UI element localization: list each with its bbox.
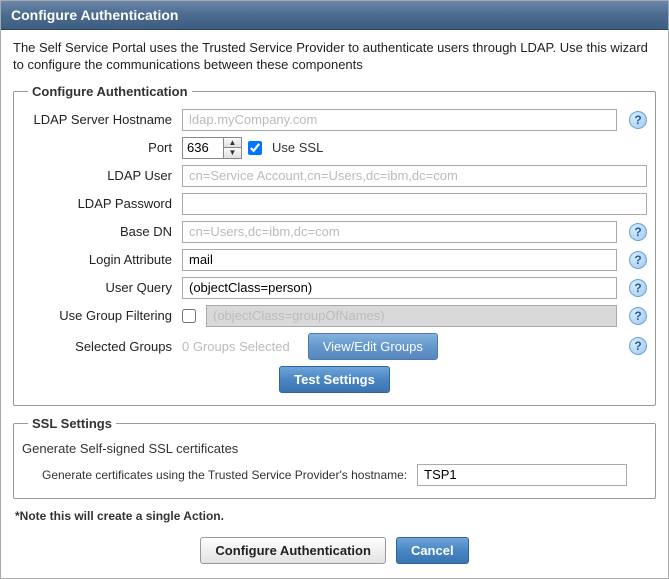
cancel-button[interactable]: Cancel [396,537,469,564]
use-ssl-label: Use SSL [272,140,323,155]
port-input[interactable] [183,138,223,158]
label-group-filter: Use Group Filtering [22,308,182,323]
use-ssl-checkbox[interactable] [248,141,262,155]
note-text: *Note this will create a single Action. [15,509,656,523]
help-icon[interactable]: ? [629,111,647,129]
configure-auth-button[interactable]: Configure Authentication [200,537,386,564]
ldap-password-input[interactable] [182,193,647,215]
ssl-settings-legend: SSL Settings [28,416,116,431]
port-up-icon[interactable]: ▲ [224,138,241,148]
help-icon[interactable]: ? [629,251,647,269]
ldap-hostname-input[interactable] [182,109,617,131]
group-filter-checkbox[interactable] [182,309,196,323]
config-auth-window: Configure Authentication The Self Servic… [0,0,669,579]
label-user-query: User Query [22,280,182,295]
group-filter-input [206,305,617,327]
label-ldap-password: LDAP Password [22,196,182,211]
port-spinner[interactable]: ▲ ▼ [182,137,242,159]
tsp-hostname-input[interactable] [417,464,627,486]
configure-auth-fieldset: Configure Authentication LDAP Server Hos… [13,84,656,406]
content: The Self Service Portal uses the Trusted… [1,30,668,578]
label-login-attr: Login Attribute [22,252,182,267]
intro-text: The Self Service Portal uses the Trusted… [13,40,656,74]
ssl-line1: Generate Self-signed SSL certificates [22,441,647,456]
titlebar: Configure Authentication [1,1,668,30]
label-base-dn: Base DN [22,224,182,239]
ssl-line2: Generate certificates using the Trusted … [42,468,407,482]
test-settings-button[interactable]: Test Settings [279,366,390,393]
view-edit-groups-button[interactable]: View/Edit Groups [308,333,438,360]
help-icon[interactable]: ? [629,337,647,355]
login-attr-input[interactable] [182,249,617,271]
help-icon[interactable]: ? [629,307,647,325]
label-port: Port [22,140,182,155]
selected-groups-text: 0 Groups Selected [182,339,290,354]
ssl-settings-fieldset: SSL Settings Generate Self-signed SSL ce… [13,416,656,499]
port-down-icon[interactable]: ▼ [224,147,241,158]
base-dn-input[interactable] [182,221,617,243]
label-ldap-user: LDAP User [22,168,182,183]
label-ldap-hostname: LDAP Server Hostname [22,112,182,127]
help-icon[interactable]: ? [629,223,647,241]
user-query-input[interactable] [182,277,617,299]
configure-auth-legend: Configure Authentication [28,84,192,99]
help-icon[interactable]: ? [629,279,647,297]
window-title: Configure Authentication [11,7,178,23]
label-selected-groups: Selected Groups [22,339,182,354]
ldap-user-input[interactable] [182,165,647,187]
